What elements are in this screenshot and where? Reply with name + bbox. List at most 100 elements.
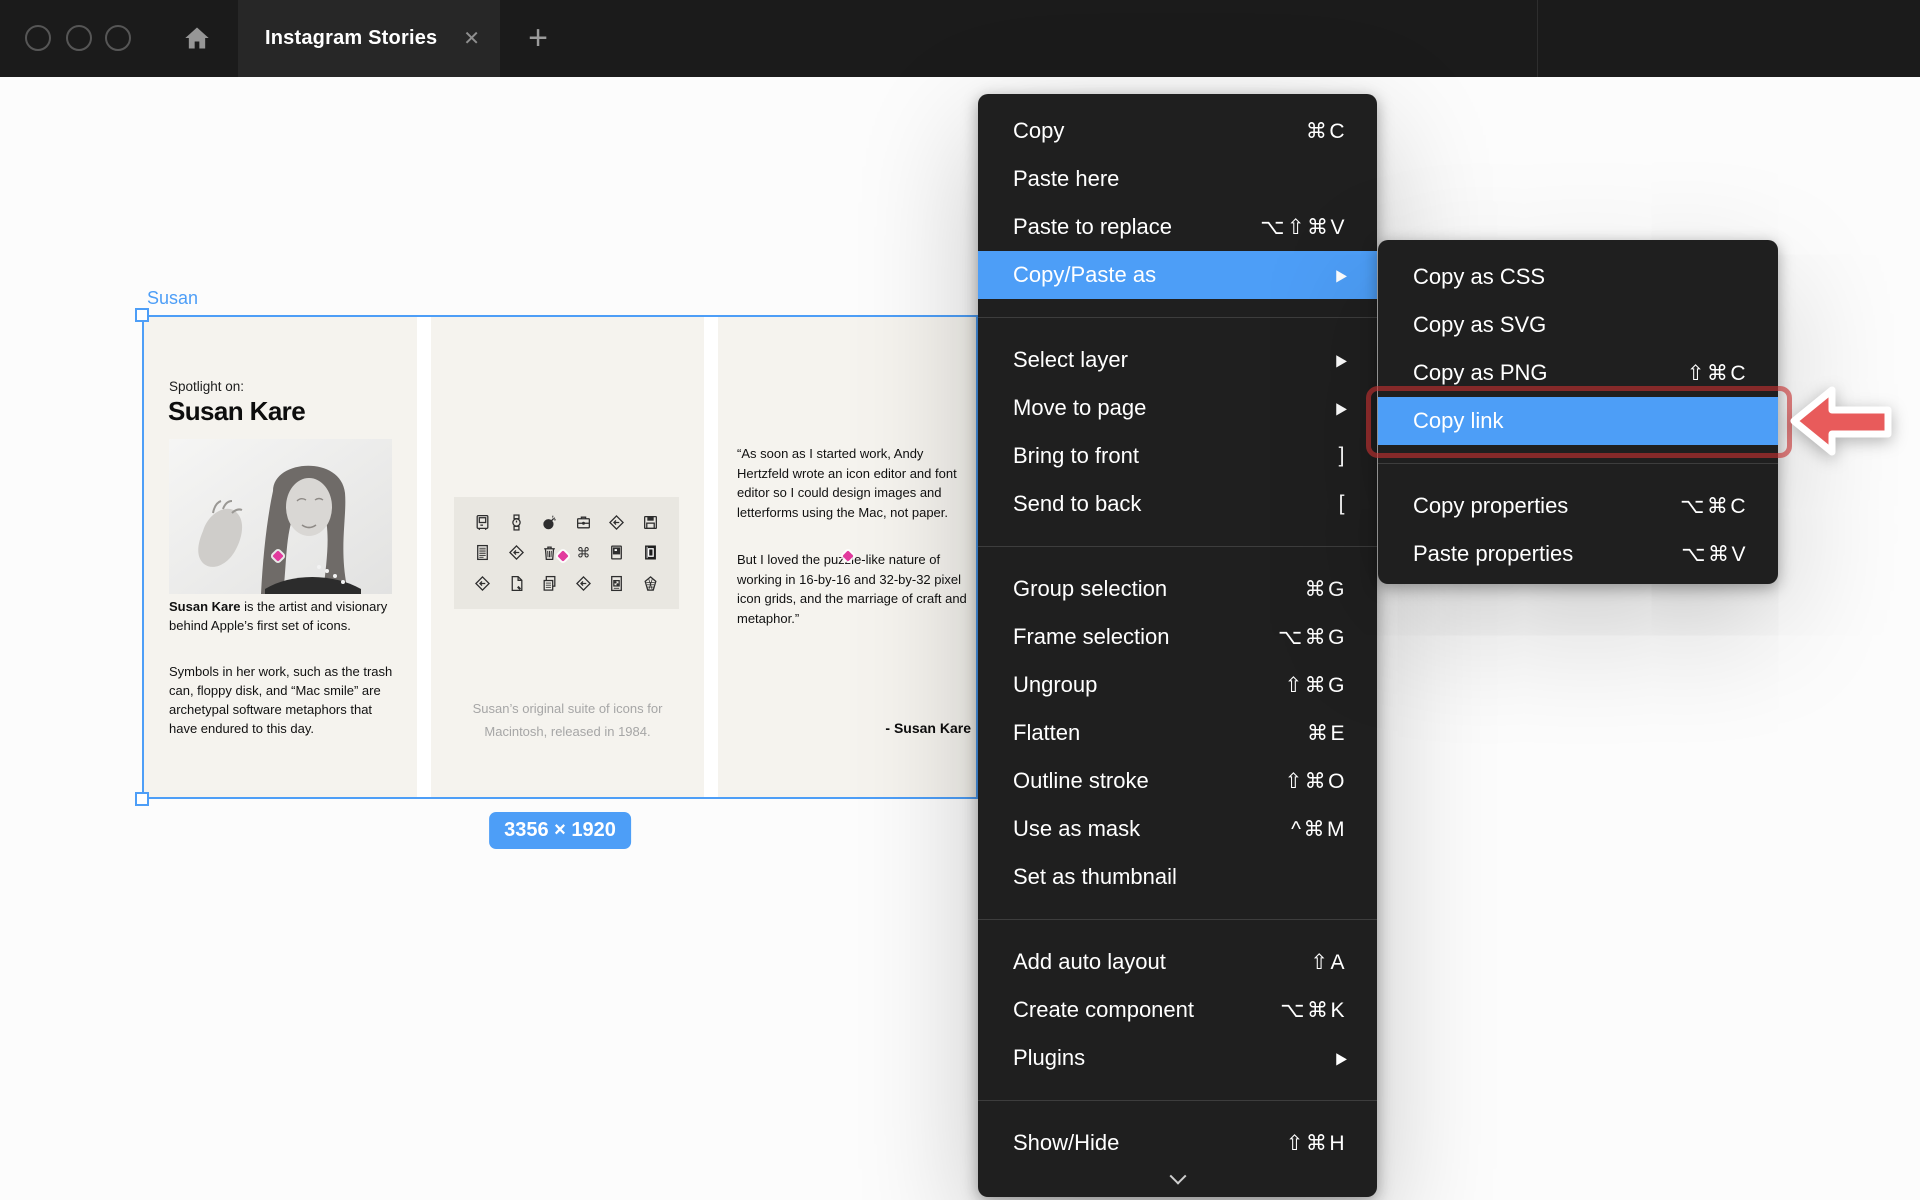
document-grid-icon: [608, 575, 625, 592]
menu-item-label: Flatten: [1013, 720, 1307, 746]
selection-handle-bottom-left[interactable]: [135, 792, 149, 806]
menu-item-add-auto-layout[interactable]: Add auto layout⇧A: [978, 938, 1377, 986]
spotlight-eyebrow: Spotlight on:: [169, 379, 244, 394]
menu-item-shortcut: ⌥⇧⌘V: [1260, 215, 1347, 240]
menu-item-create-component[interactable]: Create component⌥⌘K: [978, 986, 1377, 1034]
menu-separator: [1378, 463, 1778, 464]
menu-item-paste-here[interactable]: Paste here: [978, 155, 1377, 203]
annotation-left-arrow-icon: [1786, 378, 1896, 464]
document-text-icon: [474, 544, 491, 561]
menu-item-frame-selection[interactable]: Frame selection⌥⌘G: [978, 613, 1377, 661]
menu-item-shortcut: ⌥⌘K: [1280, 998, 1347, 1023]
menu-item-set-as-thumbnail[interactable]: Set as thumbnail: [978, 853, 1377, 901]
floppy-disk-icon: [642, 514, 659, 531]
menu-item-label: Paste to replace: [1013, 214, 1260, 240]
menu-item-select-layer[interactable]: Select layer▶: [978, 336, 1377, 384]
menu-scroll-more-button[interactable]: [978, 1167, 1377, 1191]
menu-item-label: Paste here: [1013, 166, 1347, 192]
menu-item-label: Frame selection: [1013, 624, 1278, 650]
submenu-arrow-icon: ▶: [1336, 1048, 1347, 1068]
selection-handle-top-left[interactable]: [135, 308, 149, 322]
title-bar: Instagram Stories ✕ +: [0, 0, 1920, 77]
chevron-down-icon: [1169, 1168, 1186, 1185]
paint-hatch-icon: [642, 575, 659, 592]
watch-icon: [508, 514, 525, 531]
tab-close-icon[interactable]: ✕: [463, 29, 480, 49]
menu-item-copy-as-png[interactable]: Copy as PNG⇧⌘C: [1378, 349, 1778, 397]
menu-separator: [978, 919, 1377, 920]
frame-name-label[interactable]: Susan: [147, 288, 198, 309]
menu-item-shortcut: ⌘G: [1305, 577, 1347, 602]
stamp-diagonal-icon: [575, 575, 592, 592]
menu-item-flatten[interactable]: Flatten⌘E: [978, 709, 1377, 757]
menu-item-label: Show/Hide: [1013, 1130, 1286, 1156]
menu-item-shortcut: ⌘C: [1306, 119, 1347, 144]
home-icon: [183, 24, 211, 52]
plus-icon: +: [528, 19, 548, 58]
menu-item-copy-paste-as[interactable]: Copy/Paste as▶: [978, 251, 1377, 299]
menu-item-copy-link[interactable]: Copy link: [1378, 397, 1778, 445]
menu-item-label: Move to page: [1013, 395, 1336, 421]
menu-item-shortcut: ⇧⌘C: [1687, 361, 1748, 386]
menu-item-label: Copy/Paste as: [1013, 262, 1336, 288]
menu-item-send-to-back[interactable]: Send to back[: [978, 480, 1377, 528]
copy-paste-as-submenu: Copy as CSSCopy as SVGCopy as PNG⇧⌘CCopy…: [1378, 240, 1778, 584]
menu-item-paste-properties[interactable]: Paste properties⌥⌘V: [1378, 530, 1778, 578]
window-control-minimize-button[interactable]: [66, 25, 92, 51]
mac-classic-icon: [474, 514, 491, 531]
dimensions-badge: 3356 × 1920: [489, 812, 631, 849]
menu-item-label: Paste properties: [1413, 541, 1681, 567]
menu-item-use-as-mask[interactable]: Use as mask^⌘M: [978, 805, 1377, 853]
quote-text: “As soon as I started work, Andy Hertzfe…: [737, 444, 970, 628]
command-key-icon: ⌘: [575, 544, 592, 561]
menu-item-label: Set as thumbnail: [1013, 864, 1347, 890]
menu-item-bring-to-front[interactable]: Bring to front]: [978, 432, 1377, 480]
new-tab-button[interactable]: +: [518, 0, 558, 77]
context-menu: Copy⌘CPaste herePaste to replace⌥⇧⌘VCopy…: [978, 94, 1377, 1197]
menu-item-shortcut: ⌘E: [1307, 721, 1347, 746]
menu-item-label: Plugins: [1013, 1045, 1336, 1071]
window-control-expand-button[interactable]: [105, 25, 131, 51]
menu-item-label: Use as mask: [1013, 816, 1291, 842]
menu-separator: [978, 546, 1377, 547]
icons-caption: Susan’s original suite of icons for Maci…: [431, 697, 704, 743]
briefcase-icon: [575, 514, 592, 531]
menu-item-label: Ungroup: [1013, 672, 1285, 698]
menu-item-label: Send to back: [1013, 491, 1339, 517]
window-control-close-button[interactable]: [25, 25, 51, 51]
menu-item-shortcut: ⇧⌘O: [1285, 769, 1347, 794]
trash-can-icon: [541, 544, 558, 561]
menu-item-group-selection[interactable]: Group selection⌘G: [978, 565, 1377, 613]
figma-app-window: Instagram Stories ✕ + Susan Spotlight on…: [0, 0, 1920, 1200]
quote-attribution: - Susan Kare: [885, 720, 971, 736]
menu-item-show-hide[interactable]: Show/Hide⇧⌘H: [978, 1119, 1377, 1167]
menu-item-shortcut: ⌥⌘G: [1278, 625, 1347, 650]
menu-item-copy-properties[interactable]: Copy properties⌥⌘C: [1378, 482, 1778, 530]
menu-item-copy[interactable]: Copy⌘C: [978, 107, 1377, 155]
stamp-diagonal-icon: [474, 575, 491, 592]
menu-item-label: Group selection: [1013, 576, 1305, 602]
document-fold-icon: [508, 575, 525, 592]
menu-item-plugins[interactable]: Plugins▶: [978, 1034, 1377, 1082]
mac-small-icon: [608, 544, 625, 561]
titlebar-divider: [1537, 0, 1538, 77]
tab-instagram-stories[interactable]: Instagram Stories ✕: [238, 0, 500, 77]
svg-text:⌘: ⌘: [576, 546, 590, 562]
menu-separator: [978, 317, 1377, 318]
menu-item-label: Bring to front: [1013, 443, 1339, 469]
menu-item-copy-as-svg[interactable]: Copy as SVG: [1378, 301, 1778, 349]
menu-item-outline-stroke[interactable]: Outline stroke⇧⌘O: [978, 757, 1377, 805]
menu-item-ungroup[interactable]: Ungroup⇧⌘G: [978, 661, 1377, 709]
submenu-arrow-icon: ▶: [1336, 350, 1347, 370]
bomb-icon: [541, 514, 558, 531]
menu-item-copy-as-css[interactable]: Copy as CSS: [1378, 253, 1778, 301]
menu-item-label: Copy as SVG: [1413, 312, 1748, 338]
menu-item-label: Copy as CSS: [1413, 264, 1748, 290]
menu-item-paste-to-replace[interactable]: Paste to replace⌥⇧⌘V: [978, 203, 1377, 251]
menu-item-shortcut: ⇧A: [1310, 950, 1347, 975]
home-button[interactable]: [181, 22, 213, 54]
menu-separator: [978, 1100, 1377, 1101]
menu-item-shortcut: [: [1339, 492, 1347, 516]
menu-item-move-to-page[interactable]: Move to page▶: [978, 384, 1377, 432]
menu-item-shortcut: ⇧⌘H: [1286, 1131, 1347, 1156]
